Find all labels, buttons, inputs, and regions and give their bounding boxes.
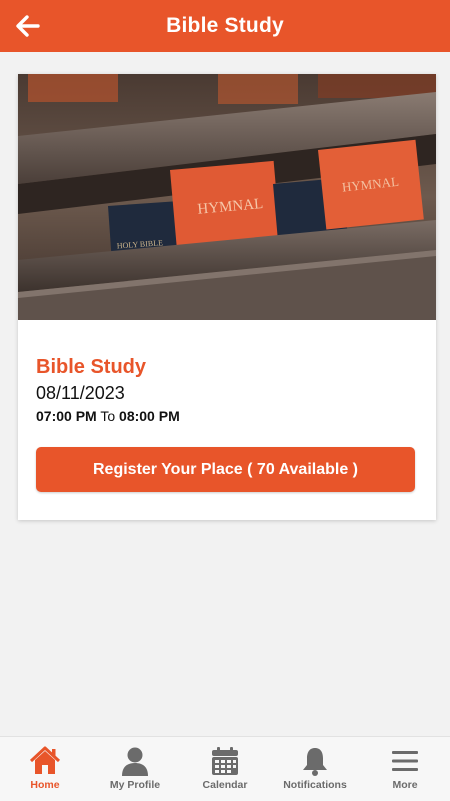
back-button[interactable] <box>14 12 42 40</box>
page-title: Bible Study <box>166 14 284 37</box>
tab-home-label: Home <box>30 779 60 791</box>
tab-my-profile[interactable]: My Profile <box>90 737 180 801</box>
user-icon <box>119 745 151 777</box>
arrow-left-icon <box>16 15 40 37</box>
event-title: Bible Study <box>36 356 147 378</box>
event-card: HOLY BIBLE HYMNAL HYMNAL Bible Study 08/… <box>18 74 436 520</box>
tab-calendar-label: Calendar <box>202 779 248 791</box>
calendar-icon <box>209 745 241 777</box>
menu-icon <box>389 745 421 777</box>
tab-more[interactable]: More <box>360 737 450 801</box>
tab-home[interactable]: Home <box>0 737 90 801</box>
event-image: HOLY BIBLE HYMNAL HYMNAL <box>18 74 436 320</box>
event-time-separator: To <box>100 408 116 424</box>
tab-calendar[interactable]: Calendar <box>180 737 270 801</box>
event-date: 08/11/2023 <box>36 383 125 403</box>
bottom-tab-bar: Home My Profile Calendar Notifications M… <box>0 736 450 801</box>
tab-more-label: More <box>392 779 418 791</box>
tab-my-profile-label: My Profile <box>109 779 161 791</box>
event-time: 07:00 PM To 08:00 PM <box>36 408 180 424</box>
event-end-time: 08:00 PM <box>119 408 180 424</box>
home-icon <box>29 745 61 777</box>
tab-notifications-label: Notifications <box>283 779 347 791</box>
app-header: Bible Study <box>0 0 450 52</box>
bell-icon <box>299 745 331 777</box>
register-button[interactable]: Register Your Place ( 70 Available ) <box>36 447 415 492</box>
tab-notifications[interactable]: Notifications <box>270 737 360 801</box>
event-start-time: 07:00 PM <box>36 408 97 424</box>
